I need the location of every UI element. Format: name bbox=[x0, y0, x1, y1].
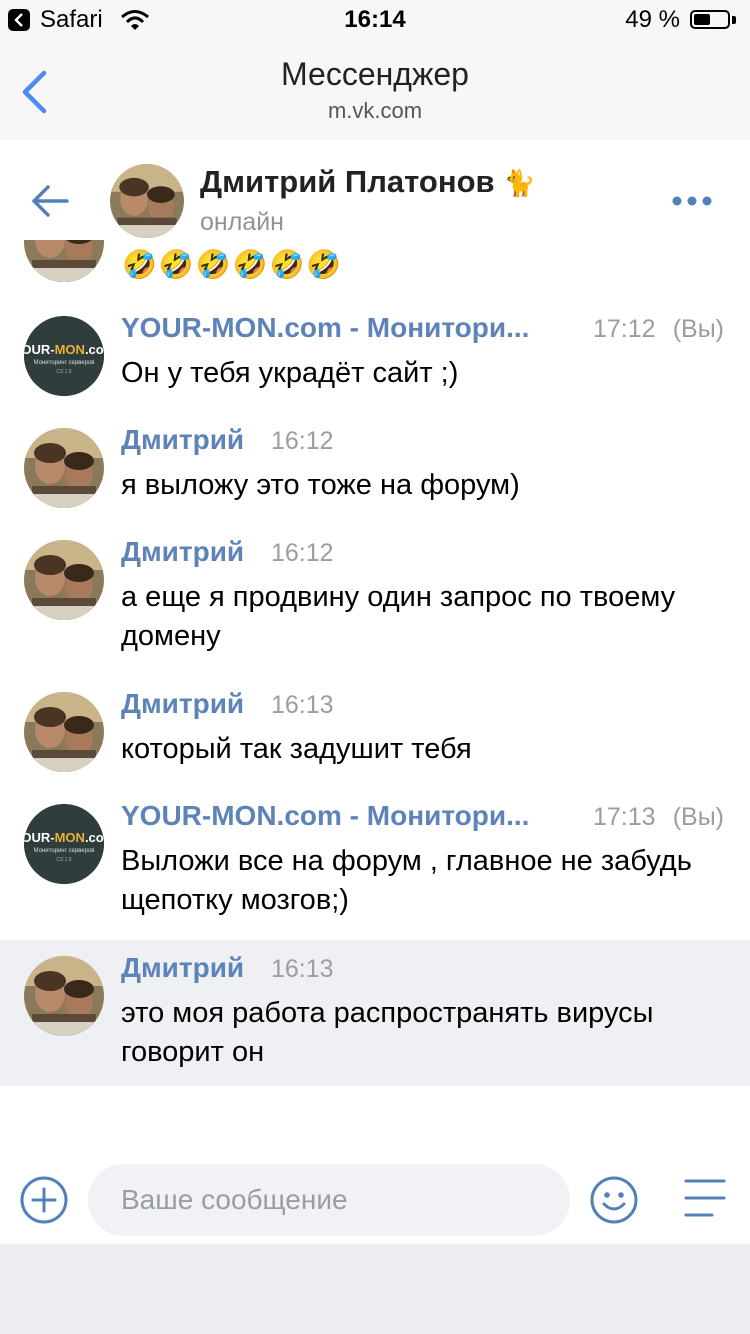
message-text: Он у тебя украдёт сайт ;) bbox=[121, 357, 459, 389]
svg-text:Мониторинг серверов: Мониторинг серверов bbox=[34, 848, 95, 854]
message-time: 16:13 bbox=[271, 955, 334, 983]
contact-status: онлайн bbox=[200, 208, 284, 236]
avatar[interactable] bbox=[24, 240, 104, 282]
cat-emoji-icon: 🐈 bbox=[503, 168, 536, 198]
message-input[interactable]: Ваше сообщение bbox=[88, 1164, 570, 1236]
message-item[interactable]: Дмитрий 16:13 который так задушит тебя bbox=[0, 676, 750, 788]
avatar[interactable]: YOUR-MON.com Мониторинг серверов CS 1.6 bbox=[24, 804, 104, 884]
message-text: это моя работа распространять вирусы гов… bbox=[121, 997, 654, 1068]
message-author[interactable]: YOUR-MON.com - Монитори... bbox=[121, 800, 529, 832]
contact-avatar[interactable] bbox=[110, 164, 184, 238]
svg-text:CS 1.6: CS 1.6 bbox=[56, 369, 72, 375]
message-author[interactable]: YOUR-MON.com - Монитори... bbox=[121, 312, 529, 344]
message-item[interactable]: Дмитрий 16:12 а еще я продвину один запрос… bbox=[0, 524, 750, 676]
avatar[interactable] bbox=[24, 540, 104, 620]
browser-url[interactable]: m.vk.com bbox=[0, 98, 750, 124]
message-time: 17:12 bbox=[593, 315, 656, 343]
more-dots-icon[interactable] bbox=[672, 196, 712, 206]
arrow-left-icon[interactable] bbox=[30, 184, 70, 218]
bottom-safe-area bbox=[0, 1244, 750, 1334]
message-text: а еще я продвину один запрос по твоему д… bbox=[121, 581, 676, 652]
message-you-label: (Вы) bbox=[672, 803, 724, 831]
emoji-message: 🤣🤣🤣🤣🤣🤣 bbox=[122, 249, 344, 280]
message-item[interactable]: YOUR-MON.comМониторинг серверовCS 1.6YOU… bbox=[0, 300, 750, 412]
message-author[interactable]: Дмитрий bbox=[121, 688, 244, 720]
message-author[interactable]: Дмитрий bbox=[121, 424, 244, 456]
avatar[interactable]: YOUR-MON.com Мониторинг серверов CS 1.6 bbox=[24, 316, 104, 396]
svg-text:YOUR-MON.com: YOUR-MON.com bbox=[24, 830, 104, 845]
message-time: 16:13 bbox=[271, 691, 334, 719]
plus-circle-icon[interactable] bbox=[20, 1176, 68, 1224]
battery-percent: 49 % bbox=[625, 6, 680, 33]
smile-icon[interactable] bbox=[590, 1176, 638, 1224]
message-author[interactable]: Дмитрий bbox=[121, 536, 244, 568]
message-text: я выложу это тоже на форум) bbox=[121, 469, 520, 501]
message-time: 16:12 bbox=[271, 427, 334, 455]
message-time: 16:12 bbox=[271, 539, 334, 567]
contact-name-text: Дмитрий Платонов bbox=[200, 164, 495, 199]
avatar[interactable] bbox=[24, 692, 104, 772]
battery-icon bbox=[690, 10, 730, 29]
message-author[interactable]: Дмитрий bbox=[121, 952, 244, 984]
avatar[interactable] bbox=[24, 956, 104, 1036]
message-item[interactable]: Дмитрий 16:12 я выложу это тоже на форум) bbox=[0, 412, 750, 524]
message-item[interactable]: Дмитрий 16:13 это моя работа распространят… bbox=[0, 940, 750, 1086]
svg-text:YOUR-MON.com: YOUR-MON.com bbox=[24, 342, 104, 357]
message-time: 17:13 bbox=[593, 803, 656, 831]
browser-page-title: Мессенджер bbox=[281, 56, 469, 92]
status-bar: Safari 16:14 49 % bbox=[0, 0, 750, 40]
svg-text:Мониторинг серверов: Мониторинг серверов bbox=[34, 360, 95, 366]
message-item[interactable]: YOUR-MON.comМониторинг серверовCS 1.6YOU… bbox=[0, 788, 750, 940]
svg-text:CS 1.6: CS 1.6 bbox=[56, 857, 72, 863]
message-input-placeholder: Ваше сообщение bbox=[121, 1184, 348, 1215]
message-list[interactable]: 🤣🤣🤣🤣🤣🤣 YOUR-MON.com Мониторинг серверов CS… bbox=[0, 240, 750, 1140]
avatar[interactable] bbox=[24, 428, 104, 508]
contact-name[interactable]: Дмитрий Платонов 🐈 bbox=[200, 164, 536, 200]
browser-nav-bar: Мессенджер m.vk.com bbox=[0, 40, 750, 140]
message-you-label: (Вы) bbox=[672, 315, 724, 343]
battery-nub bbox=[732, 16, 736, 24]
message-text: который так задушит тебя bbox=[121, 733, 472, 765]
keyboard-menu-icon[interactable] bbox=[684, 1178, 726, 1218]
message-partial: 🤣🤣🤣🤣🤣🤣 bbox=[0, 240, 750, 300]
message-composer: Ваше сообщение bbox=[0, 1140, 750, 1244]
message-text: Выложи все на форум , главное не забудь … bbox=[121, 845, 692, 916]
